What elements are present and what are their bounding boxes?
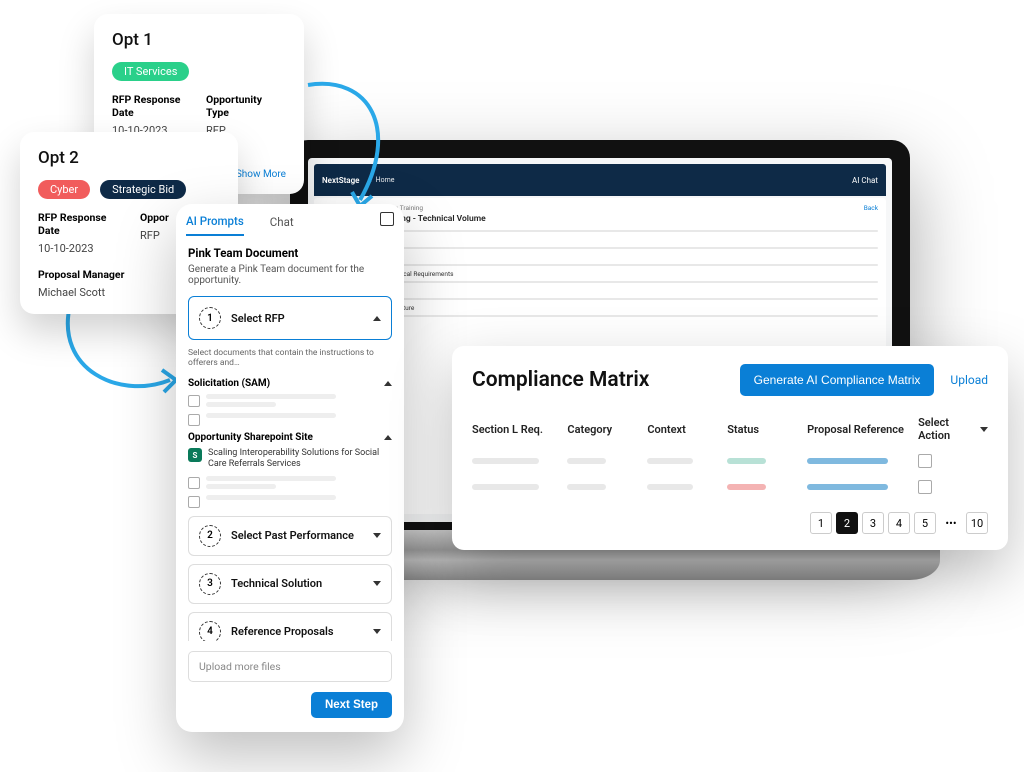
doc-section[interactable]: Executive Summary <box>322 236 878 244</box>
chevron-down-icon <box>373 581 381 586</box>
file-item[interactable] <box>188 413 392 426</box>
expand-icon[interactable] <box>380 212 394 226</box>
nav-home-label: Home <box>376 176 395 184</box>
checkbox[interactable] <box>188 395 200 407</box>
badge-cyber: Cyber <box>38 180 90 199</box>
doc-section[interactable]: Understanding of the Technical Requireme… <box>322 270 878 278</box>
brand-logo: NextStage <box>322 176 359 185</box>
step-label: Select RFP <box>231 312 363 325</box>
col-section-l: Section L Req. <box>472 423 557 436</box>
badge-it-services: IT Services <box>112 62 189 81</box>
file-item[interactable] <box>188 495 392 508</box>
chevron-down-icon <box>373 629 381 634</box>
checkbox[interactable] <box>188 477 200 489</box>
doc-section[interactable]: Table of Contents <box>322 253 878 261</box>
step-number-icon: 1 <box>199 307 221 329</box>
step-3-technical-solution[interactable]: 3 Technical Solution <box>188 564 392 604</box>
step-4-reference-proposals[interactable]: 4 Reference Proposals <box>188 612 392 641</box>
doc-section[interactable]: Proposed Technical Solution <box>322 287 878 295</box>
document-title: Cyber Defense Training - Technical Volum… <box>322 214 878 224</box>
arrow-icon <box>60 300 190 420</box>
doc-section[interactable]: System Design and Architecture <box>322 304 878 312</box>
table-row[interactable] <box>472 474 988 500</box>
group-solicitation: Solicitation (SAM) <box>188 378 270 389</box>
app-titlebar: NextStage ⌂ Home AI Chat <box>314 164 886 196</box>
pm-value: Michael Scott <box>38 286 105 299</box>
card-title: Opt 1 <box>112 30 286 50</box>
chevron-down-icon <box>980 427 988 432</box>
chevron-down-icon <box>373 533 381 538</box>
step-2-past-performance[interactable]: 2 Select Past Performance <box>188 516 392 556</box>
step-label: Select Past Performance <box>231 529 363 542</box>
checkbox[interactable] <box>918 454 932 468</box>
compliance-matrix-card: Compliance Matrix Generate AI Compliance… <box>452 346 1008 550</box>
pagination: 1 2 3 4 5 ••• 10 <box>472 512 988 534</box>
step-1-select-rfp[interactable]: 1 Select RFP <box>188 296 392 340</box>
step-number-icon: 2 <box>199 525 221 547</box>
card-title: Opt 2 <box>38 148 220 168</box>
step-number-icon: 4 <box>199 621 221 641</box>
col-status: Status <box>727 423 797 436</box>
tab-chat[interactable]: Chat <box>270 215 294 235</box>
ai-prompts-panel: AI Prompts Chat Pink Team Document Gener… <box>176 204 404 732</box>
page-1[interactable]: 1 <box>810 512 832 534</box>
back-link[interactable]: Back <box>864 204 878 212</box>
sharepoint-doc-title: Scaling Interoperability Solutions for S… <box>208 448 392 470</box>
checkbox[interactable] <box>188 414 200 426</box>
opp-type-value: RFP <box>140 229 160 242</box>
generate-matrix-button[interactable]: Generate AI Compliance Matrix <box>740 364 935 396</box>
col-context: Context <box>647 423 717 436</box>
page-5[interactable]: 5 <box>914 512 936 534</box>
prompt-title: Pink Team Document <box>188 246 392 260</box>
tab-ai-chat[interactable]: AI Chat <box>852 176 878 185</box>
opp-type-label: Opportunity Type <box>206 93 286 119</box>
col-proposal-ref: Proposal Reference <box>807 423 908 436</box>
rfp-date-label: RFP Response Date <box>38 211 128 237</box>
step-label: Reference Proposals <box>231 625 363 638</box>
group-sharepoint: Opportunity Sharepoint Site <box>188 432 313 443</box>
pm-label: Proposal Manager <box>38 268 124 281</box>
step-hint: Select documents that contain the instru… <box>188 348 392 368</box>
col-select-action[interactable]: Select Action <box>918 416 975 442</box>
checkbox[interactable] <box>188 496 200 508</box>
badge-strategic: Strategic Bid <box>100 180 186 199</box>
chevron-up-icon[interactable] <box>384 435 392 440</box>
matrix-title: Compliance Matrix <box>472 368 649 392</box>
nav-home[interactable]: ⌂ Home <box>367 176 394 184</box>
prompt-subtitle: Generate a Pink Team document for the op… <box>188 264 392 286</box>
next-step-button[interactable]: Next Step <box>311 692 392 718</box>
file-item[interactable] <box>188 394 392 407</box>
step-number-icon: 3 <box>199 573 221 595</box>
matrix-table: Section L Req. Category Context Status P… <box>472 410 988 500</box>
upload-more-files[interactable]: Upload more files <box>188 651 392 682</box>
checkbox[interactable] <box>918 480 932 494</box>
page-4[interactable]: 4 <box>888 512 910 534</box>
step-label: Technical Solution <box>231 577 363 590</box>
tab-ai-prompts[interactable]: AI Prompts <box>186 214 244 236</box>
chevron-up-icon[interactable] <box>384 381 392 386</box>
col-category: Category <box>567 423 637 436</box>
file-item-sharepoint[interactable]: S Scaling Interoperability Solutions for… <box>188 448 392 470</box>
file-item[interactable] <box>188 476 392 489</box>
page-ellipsis: ••• <box>940 512 962 534</box>
upload-link[interactable]: Upload <box>950 373 988 387</box>
page-3[interactable]: 3 <box>862 512 884 534</box>
chevron-up-icon <box>373 316 381 321</box>
page-2[interactable]: 2 <box>836 512 858 534</box>
panel-tabs: AI Prompts Chat <box>176 204 404 236</box>
page-10[interactable]: 10 <box>966 512 988 534</box>
sharepoint-icon: S <box>188 448 202 462</box>
table-row[interactable] <box>472 448 988 474</box>
rfp-date-value: 10-10-2023 <box>38 242 94 255</box>
rfp-date-label: RFP Response Date <box>112 93 194 119</box>
